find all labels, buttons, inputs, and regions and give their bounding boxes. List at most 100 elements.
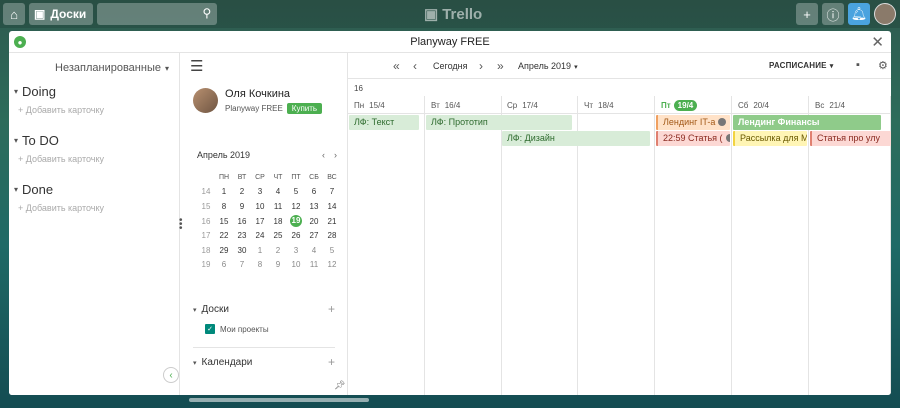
view-dropdown[interactable]: РАСПИСАНИЕ ▾ xyxy=(769,61,833,70)
calendar-day[interactable]: 7 xyxy=(323,187,341,196)
calendar-day-number: 20 xyxy=(309,216,319,226)
calendar-day-number: 7 xyxy=(329,187,335,197)
calendar-day[interactable]: 11 xyxy=(305,260,323,269)
calendar-day[interactable]: 24 xyxy=(251,231,269,240)
prev-week-icon[interactable]: ‹ xyxy=(413,59,417,73)
calendar-day[interactable]: 15 xyxy=(215,217,233,226)
next-week-fast-icon[interactable]: » xyxy=(497,59,504,73)
add-card-button[interactable]: + Добавить карточку xyxy=(14,105,104,115)
calendar-day[interactable]: 23 xyxy=(233,231,251,240)
calendar-day[interactable]: 2 xyxy=(233,187,251,196)
calendar-day[interactable]: 28 xyxy=(323,231,341,240)
calendar-day[interactable]: 7 xyxy=(233,260,251,269)
calendar-day[interactable]: 20 xyxy=(305,217,323,226)
calendar-day[interactable]: 29 xyxy=(215,246,233,255)
boards-section-toggle[interactable]: ▾ Доски xyxy=(193,304,229,316)
add-card-button[interactable]: + Добавить карточку xyxy=(14,203,104,213)
schedule-event[interactable]: Лендинг IT-а xyxy=(656,115,730,130)
list-header[interactable]: ▾ Doing xyxy=(14,84,104,99)
calendar-day[interactable]: 17 xyxy=(251,217,269,226)
list-header[interactable]: ▾ Done xyxy=(14,182,104,197)
calendar-day[interactable]: 8 xyxy=(251,260,269,269)
horizontal-scrollbar[interactable] xyxy=(189,398,369,402)
info-button[interactable]: ⓘ xyxy=(822,3,844,25)
home-button[interactable]: ⌂ xyxy=(3,3,25,25)
calendar-day[interactable]: 5 xyxy=(287,187,305,196)
calendar-day[interactable]: 26 xyxy=(287,231,305,240)
calendar-day[interactable]: 8 xyxy=(215,202,233,211)
add-board-icon[interactable]: + xyxy=(328,302,335,316)
calendar-day[interactable]: 6 xyxy=(305,187,323,196)
calendar-day[interactable]: 12 xyxy=(323,260,341,269)
day-column[interactable]: Пн 15/4 xyxy=(348,96,425,395)
close-icon[interactable]: ✕ xyxy=(871,33,884,51)
feedback-icon[interactable]: ▪ xyxy=(856,59,860,71)
calendar-day[interactable]: 16 xyxy=(233,217,251,226)
mini-calendar-grid: ПН ВТ СР ЧТ ПТ СБ ВС 14 1 2 3 4 5 6 7 15 8 9 10 11 12 13 14 16 1… xyxy=(197,170,341,272)
calendar-day[interactable]: 22 xyxy=(215,231,233,240)
add-card-button[interactable]: + Добавить карточку xyxy=(14,154,104,164)
prev-month-button[interactable]: ‹ xyxy=(322,150,325,160)
member-avatar-icon xyxy=(718,118,727,126)
calendar-day[interactable]: 9 xyxy=(233,202,251,211)
gear-icon[interactable]: ⚙ xyxy=(878,59,888,72)
unscheduled-dropdown[interactable]: Незапланированные ▾ xyxy=(55,62,169,74)
add-calendar-icon[interactable]: + xyxy=(328,355,335,369)
calendar-day[interactable]: 21 xyxy=(323,217,341,226)
calendar-day[interactable]: 1 xyxy=(251,246,269,255)
pin-icon[interactable]: 📌︎ xyxy=(334,380,345,391)
calendar-day[interactable]: 4 xyxy=(269,187,287,196)
calendar-day[interactable]: 25 xyxy=(269,231,287,240)
calendar-day[interactable]: 12 xyxy=(287,202,305,211)
schedule-event[interactable]: 22:59 Статья ( xyxy=(656,131,730,146)
schedule-event[interactable]: ЛФ: Прототип xyxy=(426,115,572,130)
calendar-day-number: 6 xyxy=(221,260,227,270)
schedule-event[interactable]: ЛФ: Текст xyxy=(349,115,419,130)
next-month-button[interactable]: › xyxy=(334,150,337,160)
calendar-day[interactable]: 19 xyxy=(287,215,305,228)
checkbox-checked-icon[interactable]: ✓ xyxy=(205,324,215,334)
schedule-event[interactable]: Лендинг Финансы xyxy=(733,115,881,130)
calendar-day[interactable]: 27 xyxy=(305,231,323,240)
calendar-day[interactable]: 11 xyxy=(269,202,287,211)
notifications-button[interactable]: 🔔︎ xyxy=(848,3,870,25)
calendar-day[interactable]: 13 xyxy=(305,202,323,211)
calendar-day[interactable]: 2 xyxy=(269,246,287,255)
month-dropdown[interactable]: Апрель 2019 ▾ xyxy=(518,61,578,71)
buy-button[interactable]: Купить xyxy=(286,103,323,114)
trello-logo[interactable]: ▣ Trello xyxy=(424,5,482,24)
calendar-day[interactable]: 10 xyxy=(287,260,305,269)
avatar[interactable] xyxy=(193,88,218,113)
create-button[interactable]: + xyxy=(796,3,818,25)
resize-handle[interactable]: • • • xyxy=(179,216,183,234)
calendar-day[interactable]: 10 xyxy=(251,202,269,211)
calendar-day[interactable]: 5 xyxy=(323,246,341,255)
calendars-section-toggle[interactable]: ▾ Календари xyxy=(193,357,252,369)
menu-icon[interactable]: ☰ xyxy=(190,57,203,75)
next-week-icon[interactable]: › xyxy=(479,59,483,73)
calendar-day[interactable]: 6 xyxy=(215,260,233,269)
day-column[interactable]: Вт 16/4 xyxy=(425,96,502,395)
boards-button[interactable]: ▣ Доски xyxy=(29,3,94,25)
calendar-day[interactable]: 3 xyxy=(287,246,305,255)
caret-down-icon: ▾ xyxy=(164,64,169,73)
calendar-day[interactable]: 18 xyxy=(269,217,287,226)
board-checkbox-row[interactable]: ✓ Мои проекты xyxy=(193,324,335,334)
today-button[interactable]: Сегодня xyxy=(433,61,468,71)
list-name: Done xyxy=(22,182,54,197)
list-header[interactable]: ▾ To DO xyxy=(14,133,104,148)
calendar-day[interactable]: 14 xyxy=(323,202,341,211)
calendar-day[interactable]: 4 xyxy=(305,246,323,255)
schedule-event[interactable]: ЛФ: Дизайн xyxy=(502,131,650,146)
calendar-day[interactable]: 30 xyxy=(233,246,251,255)
home-icon: ⌂ xyxy=(10,6,18,22)
calendar-day[interactable]: 3 xyxy=(251,187,269,196)
search-input[interactable]: ⚲ xyxy=(97,3,218,25)
calendar-day[interactable]: 1 xyxy=(215,187,233,196)
account-avatar[interactable] xyxy=(874,3,896,25)
schedule-event[interactable]: Рассылка для М xyxy=(733,131,807,146)
collapse-panel-button[interactable]: ‹ xyxy=(163,367,179,383)
schedule-event[interactable]: Статья про улу xyxy=(810,131,891,146)
prev-week-fast-icon[interactable]: « xyxy=(393,59,400,73)
calendar-day[interactable]: 9 xyxy=(269,260,287,269)
